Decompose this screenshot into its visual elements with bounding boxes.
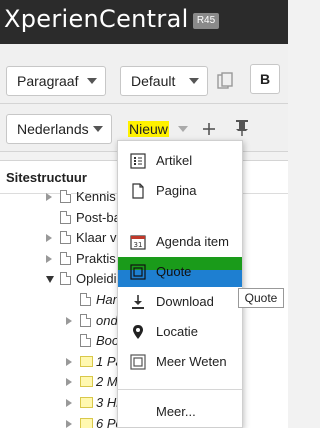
paragraph-style-value: Paragraaf xyxy=(17,73,79,89)
expand-icon[interactable] xyxy=(46,254,52,263)
menu-item-locatie[interactable]: Locatie xyxy=(118,317,242,347)
tree-row-label: Klaar v xyxy=(76,230,117,246)
page-icon xyxy=(60,251,71,265)
menu-item-label: Download xyxy=(156,294,214,309)
expand-icon[interactable] xyxy=(66,316,72,325)
menu-item-artikel[interactable]: Artikel xyxy=(118,146,242,176)
menu-item-more[interactable]: Meer... xyxy=(118,397,242,427)
expand-icon[interactable] xyxy=(66,357,72,366)
menu-item-meer-weten[interactable]: Meer Weten xyxy=(118,347,242,377)
page-icon xyxy=(80,293,91,306)
location-pin-icon xyxy=(133,325,143,339)
expand-icon[interactable] xyxy=(66,378,72,387)
tree-row-label: Post-ba xyxy=(76,209,121,225)
menu-item-agenda[interactable]: 31 Agenda item xyxy=(118,227,242,257)
menu-item-label: Locatie xyxy=(156,324,198,339)
chevron-down-icon xyxy=(189,78,199,84)
tree-row[interactable]: Kennis xyxy=(0,187,120,207)
new-label: Nieuw xyxy=(128,121,169,137)
folder-icon xyxy=(80,397,93,408)
tree-row[interactable]: ond xyxy=(0,311,120,331)
paste-button[interactable] xyxy=(212,66,238,96)
page-icon xyxy=(132,183,144,199)
folder-icon xyxy=(80,376,93,388)
pin-icon xyxy=(236,120,248,136)
add-button[interactable] xyxy=(200,117,218,141)
page-icon xyxy=(80,334,91,348)
paragraph-style-select[interactable]: Paragraaf xyxy=(6,66,106,96)
menu-item-label: Pagina xyxy=(156,183,197,198)
tree-row[interactable]: 1 Pa xyxy=(0,352,123,372)
article-icon xyxy=(130,153,146,169)
collapse-icon[interactable] xyxy=(46,276,54,284)
font-style-select[interactable]: Default xyxy=(120,66,208,96)
svg-text:31: 31 xyxy=(134,241,143,249)
download-icon xyxy=(132,295,144,309)
page-icon xyxy=(60,231,71,245)
tree-row[interactable]: Post-ba xyxy=(0,208,121,228)
expand-icon[interactable] xyxy=(66,419,72,428)
plus-icon xyxy=(203,123,215,135)
tooltip: Quote xyxy=(238,288,284,308)
menu-item-label: Meer Weten xyxy=(156,354,227,369)
tree-row[interactable]: 3 Hi xyxy=(0,393,120,413)
chevron-down-icon xyxy=(93,126,103,132)
font-style-value: Default xyxy=(131,73,176,89)
editor-toolbar: Paragraaf Default B xyxy=(0,44,288,104)
page-icon xyxy=(80,313,91,327)
tree-row-label: Kennis xyxy=(76,189,116,204)
page-icon xyxy=(60,210,71,224)
tree-row-label: 3 Hi xyxy=(96,395,120,410)
quote-icon xyxy=(130,264,146,280)
language-value: Nederlands xyxy=(17,121,89,137)
menu-item-label: Meer... xyxy=(156,404,196,419)
menu-divider xyxy=(118,389,242,390)
tree-row[interactable]: Praktis xyxy=(0,249,120,269)
app-header: XperienCentral R45 xyxy=(0,0,288,44)
app-logo: XperienCentral xyxy=(4,5,189,33)
tree-row-label: Praktis xyxy=(76,250,116,266)
menu-item-label: Quote xyxy=(156,264,192,279)
version-badge: R45 xyxy=(193,13,219,29)
menu-item-label: Artikel xyxy=(156,153,193,168)
tree-row-label: Opleidi xyxy=(76,271,117,287)
tree-row[interactable]: Boo xyxy=(0,331,120,351)
pin-button[interactable] xyxy=(232,115,252,141)
expand-icon[interactable] xyxy=(66,399,72,407)
menu-item-label: Agenda item xyxy=(156,234,229,249)
tree-row[interactable]: Opleidi xyxy=(0,269,120,289)
page-icon xyxy=(60,272,71,286)
paste-icon xyxy=(217,72,233,89)
page-icon xyxy=(60,190,71,203)
tree-row[interactable]: Klaar v xyxy=(0,228,120,248)
panel-title: Sitestructuur xyxy=(6,170,87,185)
tree-row[interactable]: 6 Pe xyxy=(0,414,123,428)
language-select[interactable]: Nederlands xyxy=(6,114,112,144)
chevron-down-icon xyxy=(87,78,97,84)
tree-row[interactable]: Han xyxy=(0,290,120,310)
tree-row[interactable]: 2 Ma xyxy=(0,372,125,392)
calendar-icon: 31 xyxy=(130,235,146,250)
expand-icon[interactable] xyxy=(46,193,52,201)
chevron-down-icon xyxy=(178,126,188,132)
menu-item-pagina[interactable]: Pagina xyxy=(118,176,242,206)
new-content-menu: Artikel Pagina 31 Agenda item Quote Down… xyxy=(117,140,243,428)
expand-icon[interactable] xyxy=(46,234,52,243)
menu-item-download[interactable]: Download xyxy=(118,287,242,317)
folder-icon xyxy=(80,417,93,428)
more-info-icon xyxy=(130,354,146,370)
folder-icon xyxy=(80,355,93,367)
menu-item-quote[interactable]: Quote xyxy=(118,257,242,287)
tree-row-label: ond xyxy=(96,312,118,328)
tree-row-label: Boo xyxy=(96,333,120,349)
bold-button[interactable]: B xyxy=(250,64,280,94)
